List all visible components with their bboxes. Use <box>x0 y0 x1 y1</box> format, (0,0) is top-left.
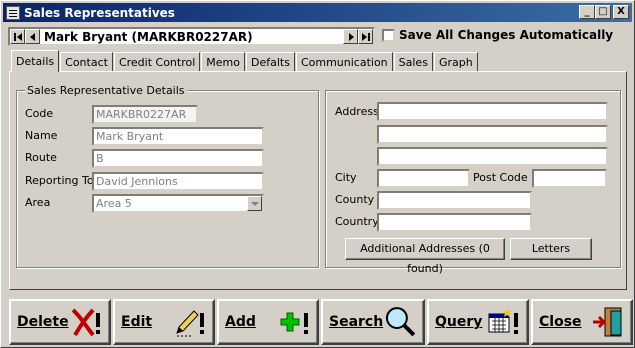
app-window: Sales Representatives _ □ X Mark Bryant … <box>0 0 635 348</box>
tab-memo[interactable]: Memo <box>201 52 245 72</box>
last-record-button[interactable] <box>358 29 373 44</box>
tab-contact[interactable]: Contact <box>60 52 113 72</box>
delete-x-icon <box>71 308 100 337</box>
checkbox-box[interactable] <box>382 28 395 42</box>
address-line2-field[interactable] <box>377 125 608 144</box>
letters-button[interactable]: Letters <box>510 238 592 260</box>
close-button[interactable]: Close <box>531 299 633 345</box>
area-label: Area <box>25 196 51 209</box>
address-group: Address City Post Code County Country Ad… <box>325 90 621 275</box>
address-line3-field[interactable] <box>377 147 608 166</box>
code-label: Code <box>25 107 54 120</box>
magnifier-icon <box>386 307 416 337</box>
close-label: Close <box>539 314 582 330</box>
plus-icon <box>280 312 308 334</box>
area-value: Area 5 <box>96 197 132 210</box>
exit-door-icon <box>593 307 622 337</box>
tab-credit-control[interactable]: Credit Control <box>113 52 201 72</box>
tab-communication[interactable]: Communication <box>295 52 393 72</box>
edit-label: Edit <box>121 314 153 330</box>
additional-addresses-button[interactable]: Additional Addresses (0 found) <box>345 238 505 275</box>
edit-button[interactable]: Edit <box>113 299 215 345</box>
tab-graph[interactable]: Graph <box>433 52 478 72</box>
tab-strip: Details Contact Credit Control Memo Defa… <box>11 50 479 72</box>
previous-record-button[interactable] <box>25 29 40 44</box>
city-label: City <box>335 171 357 184</box>
county-field[interactable] <box>377 191 532 210</box>
add-label: Add <box>225 314 256 330</box>
action-bar: Delete Edit Add Search Query Close <box>1 297 634 347</box>
first-record-button[interactable] <box>10 29 25 44</box>
maximize-button[interactable]: □ <box>595 5 611 19</box>
country-label: Country <box>335 215 379 228</box>
search-button[interactable]: Search <box>321 299 425 345</box>
minimize-button[interactable]: _ <box>579 5 595 19</box>
code-field[interactable]: MARKBR0227AR <box>92 105 198 124</box>
address-line1-field[interactable] <box>377 102 608 121</box>
area-dropdown[interactable]: Area 5 <box>92 194 264 213</box>
group-title: Sales Representative Details <box>25 84 187 97</box>
rep-details-group: Sales Representative Details Code MARKBR… <box>16 84 319 268</box>
calendar-query-icon <box>488 307 518 334</box>
window-title: Sales Representatives <box>24 5 175 20</box>
title-bar: Sales Representatives _ □ X <box>3 3 632 22</box>
query-button[interactable]: Query <box>427 299 529 345</box>
chevron-down-icon[interactable] <box>247 196 262 211</box>
name-label: Name <box>25 129 58 142</box>
add-button[interactable]: Add <box>217 299 319 345</box>
name-field[interactable]: Mark Bryant <box>92 127 264 146</box>
save-all-label: Save All Changes Automatically <box>399 28 614 42</box>
reporting-to-field[interactable]: David Jennions <box>92 172 264 191</box>
tab-sales[interactable]: Sales <box>393 52 433 72</box>
tab-details[interactable]: Details <box>11 50 60 72</box>
current-record: Mark Bryant (MARKBR0227AR) <box>44 29 253 44</box>
county-label: County <box>335 193 375 206</box>
record-navigator: Mark Bryant (MARKBR0227AR) <box>8 27 375 46</box>
tab-defaults[interactable]: Defalts <box>246 52 295 72</box>
window-controls: _ □ X <box>579 5 629 19</box>
address-label: Address <box>335 105 379 118</box>
city-field[interactable] <box>377 169 470 188</box>
route-label: Route <box>25 151 57 164</box>
save-all-checkbox[interactable]: Save All Changes Automatically <box>382 28 613 42</box>
route-field[interactable]: B <box>92 149 264 168</box>
country-field[interactable] <box>377 213 532 232</box>
reporting-to-label: Reporting To <box>25 174 94 187</box>
query-label: Query <box>435 314 483 330</box>
delete-label: Delete <box>17 314 69 330</box>
next-record-button[interactable] <box>343 29 358 44</box>
book-icon <box>6 5 20 20</box>
delete-button[interactable]: Delete <box>9 299 111 345</box>
postcode-field[interactable] <box>532 169 607 188</box>
pencil-icon <box>176 310 204 337</box>
search-label: Search <box>329 314 384 330</box>
close-window-button[interactable]: X <box>613 5 629 19</box>
postcode-label: Post Code <box>473 171 528 184</box>
details-panel: Sales Representative Details Code MARKBR… <box>9 71 627 290</box>
